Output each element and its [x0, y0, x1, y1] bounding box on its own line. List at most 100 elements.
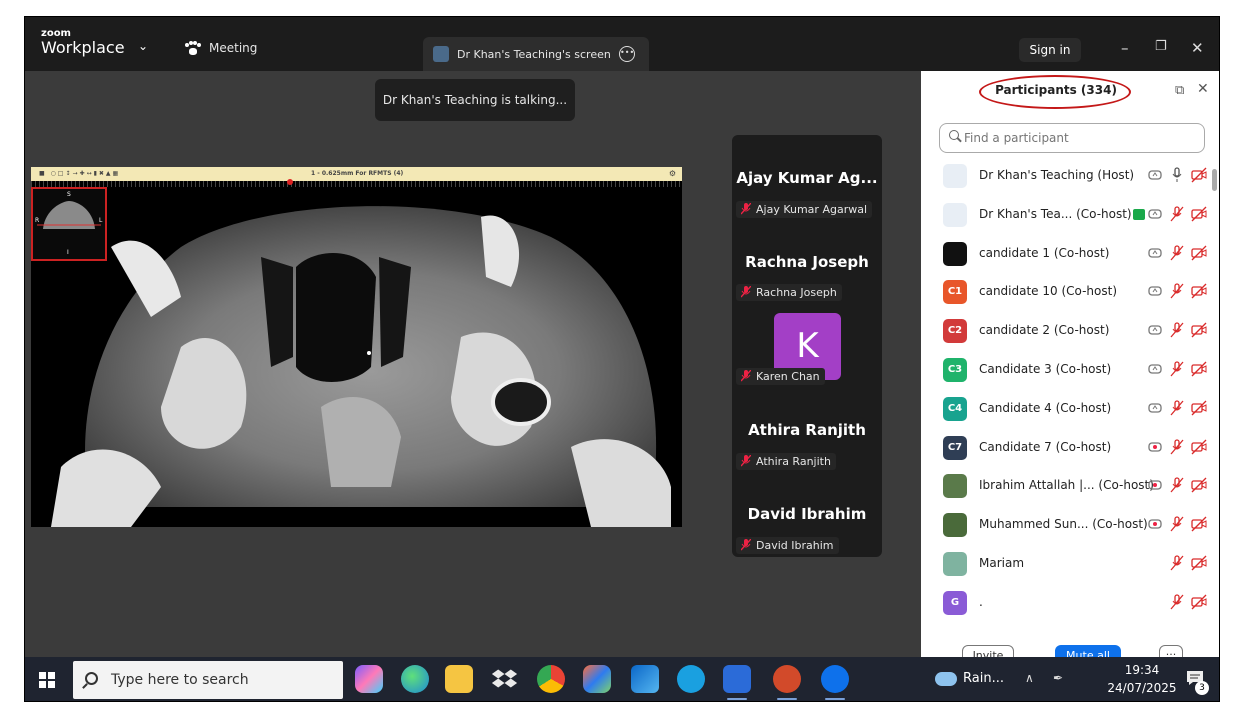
- participant-row[interactable]: Dr Khan's Tea... (Co-host): [921, 196, 1211, 234]
- participant-row[interactable]: candidate 1 (Co-host): [921, 235, 1211, 273]
- dropbox-icon[interactable]: [491, 665, 519, 693]
- video-off-icon[interactable]: [1191, 439, 1207, 455]
- video-off-icon[interactable]: [1191, 206, 1207, 222]
- mic-muted-icon[interactable]: [1169, 322, 1185, 338]
- chevron-up-icon[interactable]: ∧: [1025, 671, 1034, 685]
- video-off-icon[interactable]: [1191, 167, 1207, 183]
- participant-row[interactable]: Ibrahim Attallah |... (Co-host): [921, 467, 1211, 505]
- mic-muted-icon[interactable]: [1169, 283, 1185, 299]
- close-window-icon[interactable]: ✕: [1191, 39, 1204, 57]
- mic-muted-icon[interactable]: [1169, 594, 1185, 610]
- copilot-icon[interactable]: [355, 665, 383, 693]
- mic-muted-icon[interactable]: [1169, 555, 1185, 571]
- viewer-tool-icons: ■ ○□↕→✚↔▮✖▲▦: [39, 170, 121, 177]
- mic-muted-icon[interactable]: [1169, 516, 1185, 532]
- clock-time: 19:34: [1124, 663, 1160, 677]
- participant-avatar: G: [943, 590, 967, 615]
- speaker-tag: Ajay Kumar Agarwal: [736, 201, 873, 218]
- pen-icon[interactable]: ✒: [1053, 671, 1063, 685]
- close-icon[interactable]: ✕: [1197, 81, 1209, 97]
- participant-name: candidate 2 (Co-host): [979, 323, 1110, 338]
- participants-header: Participants (334) ⧉ ✕: [921, 71, 1219, 109]
- zoom-app-icon[interactable]: [821, 665, 849, 700]
- weather-widget[interactable]: Rain...: [935, 671, 1004, 686]
- taskbar-search[interactable]: Type here to search: [73, 661, 343, 699]
- mic-muted-icon[interactable]: [1169, 361, 1185, 377]
- scout-thumbnail[interactable]: S R L I: [31, 187, 107, 261]
- powerpoint-icon[interactable]: [773, 665, 801, 700]
- sign-in-button[interactable]: Sign in: [1019, 38, 1081, 62]
- windows-start-icon[interactable]: [39, 672, 55, 688]
- zoom-logo: zoom Workplace: [41, 29, 125, 57]
- mic-muted-icon[interactable]: [1169, 400, 1185, 416]
- chrome-icon[interactable]: [537, 665, 565, 693]
- speaker-name: Ajay Kumar Ag...: [736, 169, 878, 187]
- video-off-icon[interactable]: [1191, 322, 1207, 338]
- video-off-icon[interactable]: [1191, 594, 1207, 610]
- participant-avatar: [943, 241, 967, 266]
- scout-label-right: L: [99, 217, 103, 224]
- participant-row[interactable]: Mariam: [921, 545, 1211, 583]
- presenter-avatar-icon: [433, 46, 449, 62]
- chevron-down-icon[interactable]: ⌄: [138, 39, 148, 53]
- participant-row[interactable]: C1 candidate 10 (Co-host): [921, 273, 1211, 311]
- participant-row[interactable]: C4 Candidate 4 (Co-host): [921, 390, 1211, 428]
- shared-screen[interactable]: ■ ○□↕→✚↔▮✖▲▦ 1 - 0.625mm For RFMTS (4) ⚙: [31, 167, 682, 527]
- speaker-tag-label: Ajay Kumar Agarwal: [756, 203, 868, 216]
- video-off-icon[interactable]: [1191, 477, 1207, 493]
- device-badge-icon: [1133, 208, 1145, 220]
- meeting-tab[interactable]: Meeting: [185, 41, 257, 55]
- word-icon[interactable]: [723, 665, 751, 700]
- participant-row[interactable]: C3 Candidate 3 (Co-host): [921, 351, 1211, 389]
- speaker-tag: Rachna Joseph: [736, 284, 842, 301]
- participant-avatar: [943, 513, 967, 538]
- clock[interactable]: 19:34 24/07/2025: [1107, 661, 1177, 697]
- video-off-icon[interactable]: [1191, 400, 1207, 416]
- mic-muted-icon[interactable]: [1169, 244, 1185, 261]
- participant-row[interactable]: Dr Khan's Teaching (Host): [921, 157, 1211, 195]
- participant-avatar: [943, 552, 967, 576]
- file-explorer-icon[interactable]: [445, 665, 473, 693]
- mic-muted-icon[interactable]: [1169, 477, 1185, 493]
- mic-muted-icon[interactable]: [1169, 438, 1185, 455]
- gear-icon: ⚙: [668, 169, 676, 178]
- mic-on-icon[interactable]: [1169, 167, 1185, 183]
- participant-name: .: [979, 594, 983, 609]
- participant-row[interactable]: Muhammed Sun... (Co-host): [921, 506, 1211, 544]
- rain-cloud-icon: [935, 671, 957, 686]
- restore-icon[interactable]: ❐: [1155, 39, 1167, 54]
- search-icon: [949, 130, 959, 140]
- edge-icon[interactable]: [401, 665, 429, 693]
- scrollbar[interactable]: [1212, 169, 1217, 191]
- screenshot-frame: zoom Workplace ⌄ Meeting Dr Khan's Teach…: [0, 0, 1234, 713]
- participant-avatar: C1: [943, 280, 967, 305]
- outlook-icon[interactable]: [631, 665, 659, 693]
- video-off-icon[interactable]: [1191, 283, 1207, 299]
- meeting-tab-label: Meeting: [209, 41, 258, 55]
- mic-muted-icon: [741, 455, 751, 467]
- participant-row[interactable]: C2 candidate 2 (Co-host): [921, 312, 1211, 350]
- speaker-tag-label: Rachna Joseph: [756, 286, 837, 299]
- mic-muted-icon[interactable]: [1169, 206, 1185, 222]
- search-input[interactable]: [939, 123, 1205, 153]
- participant-avatar: [943, 164, 967, 188]
- video-off-icon[interactable]: [1191, 516, 1207, 532]
- m365-icon[interactable]: [583, 665, 611, 693]
- participant-avatar: C7: [943, 435, 967, 460]
- participant-row[interactable]: G.: [921, 584, 1211, 622]
- participant-name: Dr Khan's Tea... (Co-host): [979, 206, 1132, 221]
- more-options-icon[interactable]: •••: [619, 46, 635, 62]
- popout-icon[interactable]: ⧉: [1175, 83, 1184, 98]
- screen-share-icon: [1148, 209, 1162, 219]
- screen-share-tab[interactable]: Dr Khan's Teaching's screen •••: [423, 37, 649, 71]
- minimize-icon[interactable]: –: [1121, 39, 1129, 57]
- video-off-icon[interactable]: [1191, 555, 1207, 571]
- taskbar-search-text: Type here to search: [111, 672, 249, 688]
- video-off-icon[interactable]: [1191, 361, 1207, 377]
- video-off-icon[interactable]: [1191, 245, 1207, 261]
- skype-icon[interactable]: [677, 665, 705, 693]
- participant-name: Muhammed Sun... (Co-host): [979, 517, 1148, 532]
- speaker-tag: Athira Ranjith: [736, 453, 836, 470]
- participant-row[interactable]: C7 Candidate 7 (Co-host): [921, 429, 1211, 467]
- participant-avatar: C3: [943, 358, 967, 382]
